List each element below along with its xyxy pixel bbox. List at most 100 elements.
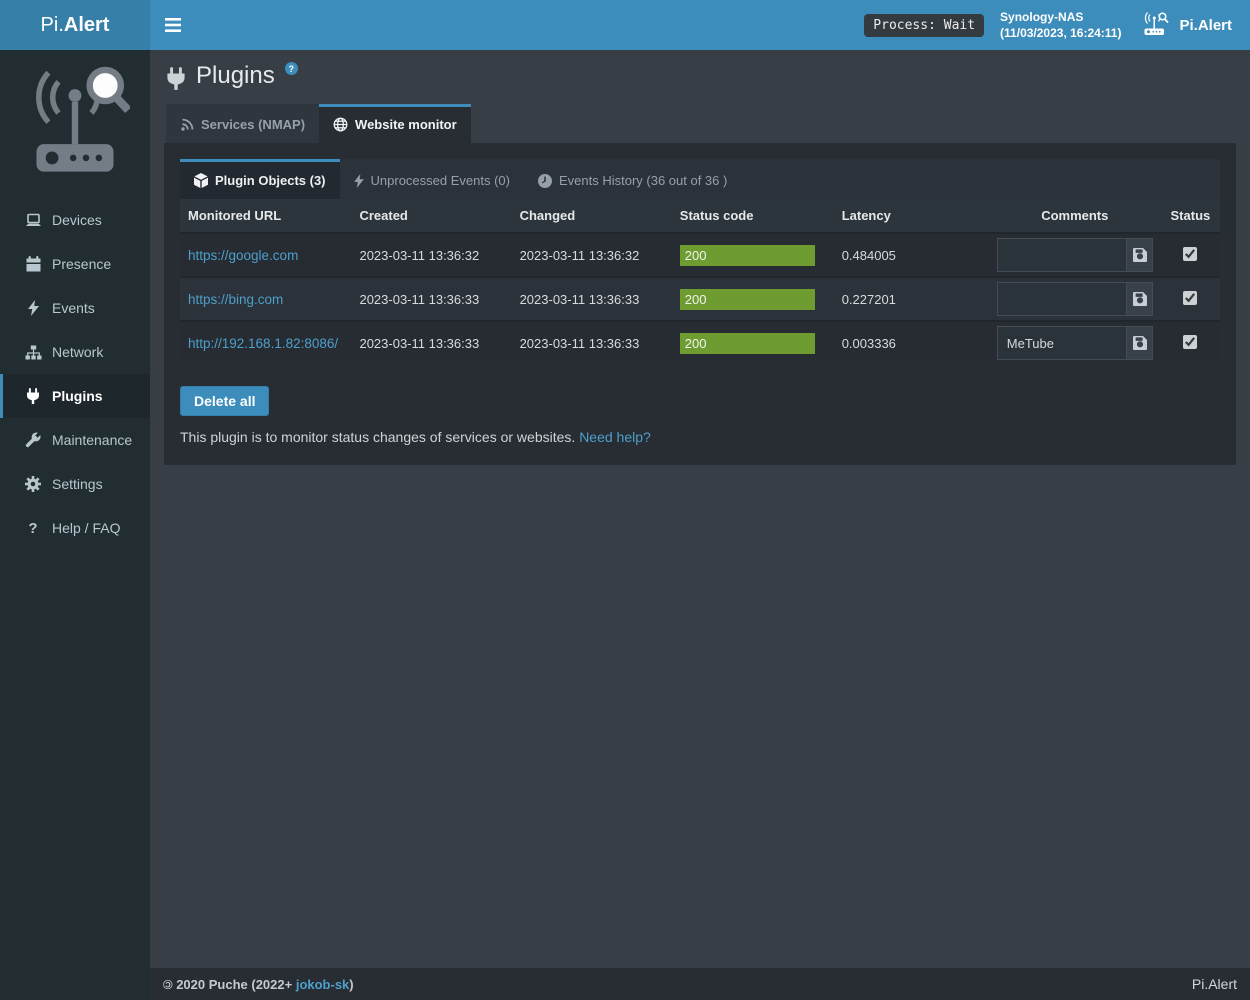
gear-icon bbox=[24, 476, 42, 492]
calendar-icon bbox=[24, 256, 42, 272]
sidebar-item-plugins[interactable]: Plugins bbox=[0, 374, 150, 418]
sidebar-item-label: Events bbox=[52, 300, 95, 316]
latency-value: 0.484005 bbox=[834, 233, 989, 277]
sidebar-item-maintenance[interactable]: Maintenance bbox=[0, 418, 150, 462]
top-navbar: Pi.Alert Process: Wait Synology-NAS (11/… bbox=[0, 0, 1250, 50]
globe-icon bbox=[333, 117, 348, 132]
host-timestamp: (11/03/2023, 16:24:11) bbox=[1000, 25, 1121, 41]
host-name: Synology-NAS bbox=[1000, 9, 1121, 25]
save-icon bbox=[1133, 336, 1147, 350]
sidebar-toggle-button[interactable] bbox=[150, 0, 196, 50]
sidebar-item-events[interactable]: Events bbox=[0, 286, 150, 330]
status-checkbox[interactable] bbox=[1183, 247, 1197, 261]
jokob-sk-link[interactable]: jokob-sk bbox=[296, 977, 349, 992]
col-created: Created bbox=[351, 199, 511, 233]
changed-value: 2023-03-11 13:36:32 bbox=[512, 233, 672, 277]
clock-icon bbox=[538, 174, 552, 188]
table-row: https://google.com 2023-03-11 13:36:32 2… bbox=[180, 233, 1220, 277]
question-icon: ? bbox=[24, 520, 42, 537]
created-value: 2023-03-11 13:36:32 bbox=[351, 233, 511, 277]
sidebar-item-label: Maintenance bbox=[52, 432, 132, 448]
sidebar-item-label: Devices bbox=[52, 212, 102, 228]
latency-value: 0.227201 bbox=[834, 277, 989, 321]
content-area: Plugins ? Services (NMAP) bbox=[150, 50, 1250, 968]
monitored-url-link[interactable]: https://google.com bbox=[188, 248, 298, 263]
changed-value: 2023-03-11 13:36:33 bbox=[512, 277, 672, 321]
bolt-icon bbox=[24, 300, 42, 316]
tab-label: Unprocessed Events (0) bbox=[371, 173, 510, 188]
process-status-badge: Process: Wait bbox=[864, 14, 984, 37]
app-header-link[interactable]: Pi.Alert bbox=[1137, 12, 1236, 38]
tab-unprocessed-events[interactable]: Unprocessed Events (0) bbox=[340, 159, 524, 199]
sidebar-item-label: Presence bbox=[52, 256, 111, 272]
status-checkbox[interactable] bbox=[1183, 291, 1197, 305]
sidebar-item-label: Help / FAQ bbox=[52, 520, 120, 536]
tab-label: Events History (36 out of 36 ) bbox=[559, 173, 727, 188]
title-help-badge[interactable]: ? bbox=[285, 62, 298, 75]
sidebar: Devices Presence Events Network bbox=[0, 50, 150, 1000]
tab-label: Website monitor bbox=[355, 117, 457, 132]
sidebar-item-network[interactable]: Network bbox=[0, 330, 150, 374]
tab-label: Services (NMAP) bbox=[201, 117, 305, 132]
sidebar-item-label: Settings bbox=[52, 476, 103, 492]
sidebar-item-presence[interactable]: Presence bbox=[0, 242, 150, 286]
sidebar-logo bbox=[0, 50, 150, 198]
status-code-bar: 200 bbox=[680, 245, 816, 266]
plugin-tabs: Services (NMAP) Website monitor bbox=[166, 104, 1250, 143]
delete-all-button[interactable]: Delete all bbox=[180, 386, 269, 416]
plugin-inner-tabs: Plugin Objects (3) Unprocessed Events (0… bbox=[180, 159, 1220, 199]
changed-value: 2023-03-11 13:36:33 bbox=[512, 321, 672, 364]
save-comment-button[interactable] bbox=[1127, 326, 1152, 360]
col-status-code: Status code bbox=[672, 199, 834, 233]
sidebar-item-label: Network bbox=[52, 344, 103, 360]
col-status: Status bbox=[1161, 199, 1220, 233]
plug-icon bbox=[24, 388, 42, 404]
comment-input[interactable] bbox=[997, 238, 1128, 272]
sidebar-item-settings[interactable]: Settings bbox=[0, 462, 150, 506]
tab-website-monitor[interactable]: Website monitor bbox=[319, 104, 471, 143]
footer-app-name: Pi.Alert bbox=[1192, 976, 1237, 992]
status-code-bar: 200 bbox=[680, 333, 816, 354]
tab-plugin-objects[interactable]: Plugin Objects (3) bbox=[180, 159, 340, 199]
page-title: Plugins bbox=[196, 63, 275, 89]
col-latency: Latency bbox=[834, 199, 989, 233]
col-monitored-url: Monitored URL bbox=[180, 199, 351, 233]
status-code-bar: 200 bbox=[680, 289, 816, 310]
save-comment-button[interactable] bbox=[1127, 282, 1152, 316]
save-comment-button[interactable] bbox=[1127, 238, 1152, 272]
brand-logo[interactable]: Pi.Alert bbox=[0, 0, 150, 50]
comment-input[interactable] bbox=[997, 282, 1128, 316]
tab-events-history[interactable]: Events History (36 out of 36 ) bbox=[524, 159, 741, 199]
bolt-icon bbox=[354, 174, 364, 188]
tab-services-nmap[interactable]: Services (NMAP) bbox=[166, 104, 319, 143]
sidebar-item-label: Plugins bbox=[52, 388, 103, 404]
tab-label: Plugin Objects (3) bbox=[215, 173, 326, 188]
copyleft-symbol: © bbox=[163, 977, 173, 992]
footer-credits: © 2020 Puche (2022+ jokob-sk) bbox=[163, 977, 354, 992]
app-title: Pi.Alert bbox=[1179, 17, 1232, 34]
col-changed: Changed bbox=[512, 199, 672, 233]
table-row: https://bing.com 2023-03-11 13:36:33 202… bbox=[180, 277, 1220, 321]
latency-value: 0.003336 bbox=[834, 321, 989, 364]
created-value: 2023-03-11 13:36:33 bbox=[351, 321, 511, 364]
table-header-row: Monitored URL Created Changed Status cod… bbox=[180, 199, 1220, 233]
page-header: Plugins ? bbox=[150, 50, 1250, 100]
need-help-link[interactable]: Need help? bbox=[579, 429, 651, 445]
plugin-description: This plugin is to monitor status changes… bbox=[180, 429, 1220, 445]
status-checkbox[interactable] bbox=[1183, 335, 1197, 349]
signal-icon bbox=[180, 118, 194, 132]
comment-input[interactable] bbox=[997, 326, 1128, 360]
laptop-icon bbox=[24, 213, 42, 228]
footer: © 2020 Puche (2022+ jokob-sk) Pi.Alert bbox=[150, 968, 1250, 1000]
wrench-icon bbox=[24, 432, 42, 448]
monitored-urls-table: Monitored URL Created Changed Status cod… bbox=[180, 199, 1220, 364]
hamburger-icon bbox=[165, 18, 181, 32]
col-comments: Comments bbox=[989, 199, 1161, 233]
created-value: 2023-03-11 13:36:33 bbox=[351, 277, 511, 321]
monitored-url-link[interactable]: http://192.168.1.82:8086/ bbox=[188, 336, 338, 351]
sitemap-icon bbox=[24, 345, 42, 360]
monitored-url-link[interactable]: https://bing.com bbox=[188, 292, 283, 307]
sidebar-item-help[interactable]: ? Help / FAQ bbox=[0, 506, 150, 550]
sidebar-item-devices[interactable]: Devices bbox=[0, 198, 150, 242]
table-row: http://192.168.1.82:8086/ 2023-03-11 13:… bbox=[180, 321, 1220, 364]
